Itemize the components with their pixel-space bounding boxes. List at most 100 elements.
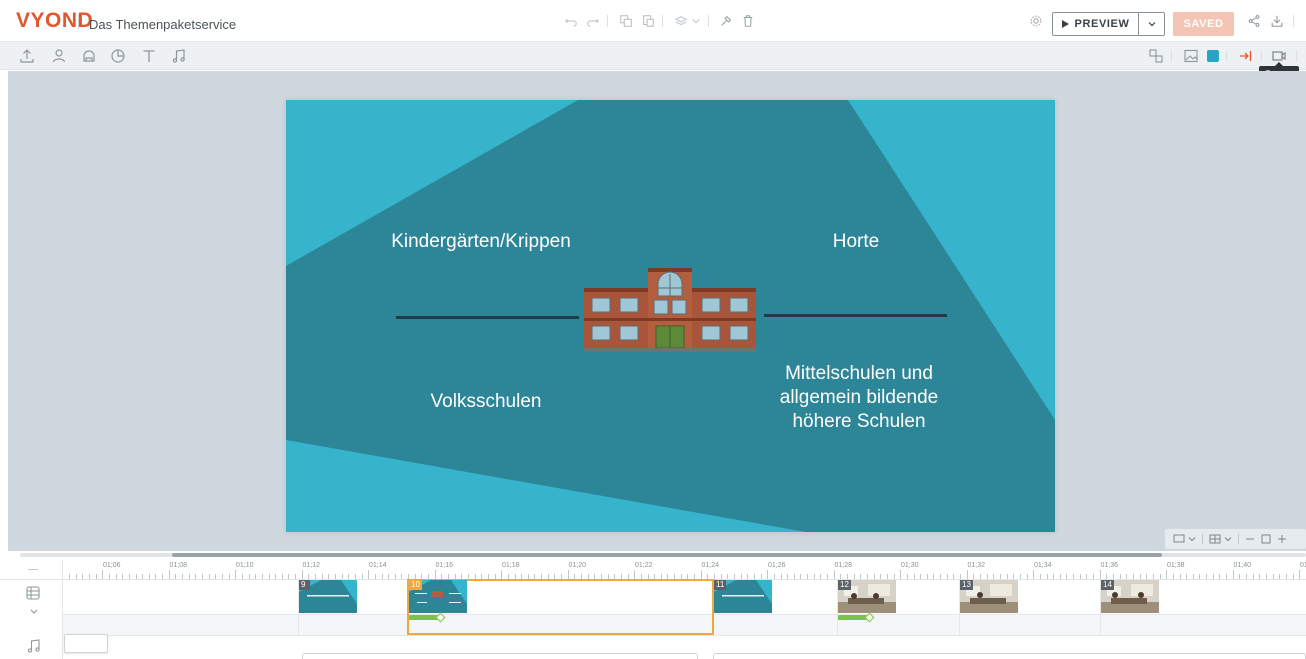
video-track-icon[interactable] [25, 585, 41, 601]
character-icon[interactable] [50, 47, 68, 65]
vyond-logo[interactable]: VYOND [16, 10, 93, 32]
timeline-scroll-thumb[interactable] [172, 553, 1162, 557]
chart-icon[interactable] [109, 47, 127, 65]
scene-panel-tab[interactable] [713, 653, 1306, 659]
ruler-tick [116, 574, 117, 579]
ruler-tick [275, 574, 276, 579]
project-title[interactable]: Das Themenpaketservice [89, 17, 236, 32]
chevron-down-icon[interactable] [688, 13, 704, 29]
ruler-tick [920, 574, 921, 579]
audio-clip[interactable] [64, 634, 108, 653]
ruler-tick [807, 574, 808, 579]
ruler-label: 01;34 [1034, 562, 1052, 569]
music-icon[interactable] [26, 638, 42, 654]
ruler-tick [322, 574, 323, 579]
undo-icon[interactable] [563, 13, 579, 29]
ruler-tick [129, 574, 130, 579]
saved-button[interactable]: SAVED [1173, 12, 1234, 36]
toolbar-divider [1171, 50, 1172, 62]
ruler-tick [1259, 574, 1260, 579]
music-icon[interactable] [170, 47, 188, 65]
ruler-tick [714, 574, 715, 579]
ruler-tick [401, 574, 402, 579]
upload-icon[interactable] [18, 47, 36, 65]
divider-line-right[interactable] [764, 314, 947, 317]
scene-thumbnail[interactable]: 14 [1101, 580, 1159, 613]
scene-thumbnail-selected[interactable]: 10 [409, 580, 467, 613]
background-color-swatch[interactable] [1207, 50, 1219, 62]
ruler-tick [1180, 574, 1181, 579]
preview-main[interactable]: PREVIEW [1053, 13, 1138, 35]
ruler-tick [747, 574, 748, 579]
school-building-prop[interactable] [584, 266, 756, 352]
download-icon[interactable] [1269, 13, 1285, 29]
ruler-tick [800, 574, 801, 579]
divider-line-left[interactable] [396, 316, 579, 319]
ruler-tick [308, 574, 309, 579]
paste-icon[interactable] [640, 13, 656, 29]
scene-thumbnail[interactable]: 13 [960, 580, 1018, 613]
preview-button[interactable]: PREVIEW [1052, 12, 1165, 36]
display-mode-dropdown[interactable] [1173, 534, 1196, 544]
slide-canvas[interactable]: Kindergärten/Krippen Horte Volksschulen … [286, 100, 1055, 532]
ruler-tick [1266, 574, 1267, 579]
ruler-label: 01; [1300, 562, 1306, 569]
ruler-tick [249, 574, 250, 579]
grid-dropdown[interactable] [1209, 534, 1232, 544]
scene-thumbnail[interactable]: 11 [714, 580, 772, 613]
timeline-ruler[interactable]: 01;06 01;08 01;10 01;12 01;14 01;16 01;18 01;20… [63, 560, 1306, 580]
ruler-tick [182, 574, 183, 579]
ruler-tick [1246, 574, 1247, 579]
scene-thumbnail[interactable]: 12 [838, 580, 896, 613]
slide-text-mittelschulen[interactable]: Mittelschulen und allgemein bildende höh… [754, 362, 964, 434]
stage-view-controls [1165, 529, 1306, 549]
ruler-tick [368, 570, 369, 579]
ruler-corner [0, 560, 63, 580]
ruler-label: 01;30 [901, 562, 919, 569]
ruler-tick [295, 574, 296, 579]
chevron-down-icon[interactable] [28, 604, 40, 614]
ruler-tick [162, 574, 163, 579]
ruler-tick [255, 574, 256, 579]
props-icon[interactable] [80, 47, 98, 65]
chevron-down-icon [1188, 537, 1196, 542]
ruler-tick [169, 570, 170, 579]
copy-icon[interactable] [618, 13, 634, 29]
slide-text-line: höhere Schulen [792, 411, 926, 432]
ruler-tick [89, 574, 90, 579]
share-icon[interactable] [1246, 13, 1262, 29]
scene-panel-tab[interactable] [302, 653, 698, 659]
ruler-tick [960, 574, 961, 579]
background-image-icon[interactable] [1182, 47, 1200, 65]
layers-icon[interactable] [673, 13, 689, 29]
ruler-tick [388, 574, 389, 579]
zoom-out-icon[interactable] [1245, 534, 1255, 544]
settings-icon[interactable] [1028, 13, 1044, 29]
text-icon[interactable] [140, 47, 158, 65]
preview-options-button[interactable] [1138, 13, 1164, 35]
enter-effect-icon[interactable] [1237, 47, 1255, 65]
fit-screen-icon[interactable] [1261, 534, 1271, 544]
grid-icon [1209, 534, 1221, 544]
ruler-tick [754, 574, 755, 579]
ruler-tick [774, 574, 775, 579]
slide-text-volksschulen[interactable]: Volksschulen [406, 390, 566, 414]
ruler-label: 01;06 [103, 562, 121, 569]
divider [1202, 534, 1203, 544]
zoom-in-icon[interactable] [1277, 534, 1287, 544]
ruler-tick [202, 574, 203, 579]
ruler-label: 01;16 [435, 562, 454, 569]
ruler-tick [1093, 574, 1094, 579]
clean-icon[interactable] [718, 13, 734, 29]
ruler-tick [860, 574, 861, 579]
scene-thumbnail[interactable]: 9 [299, 580, 357, 613]
trash-icon[interactable] [740, 13, 756, 29]
redo-icon[interactable] [585, 13, 601, 29]
slide-text-kindergarten[interactable]: Kindergärten/Krippen [376, 230, 586, 254]
ruler-tick [1040, 574, 1041, 579]
ruler-tick [634, 570, 635, 579]
ruler-tick [282, 574, 283, 579]
slide-text-horte[interactable]: Horte [796, 230, 916, 254]
ruler-tick [375, 574, 376, 579]
swap-scene-icon[interactable] [1147, 47, 1165, 65]
